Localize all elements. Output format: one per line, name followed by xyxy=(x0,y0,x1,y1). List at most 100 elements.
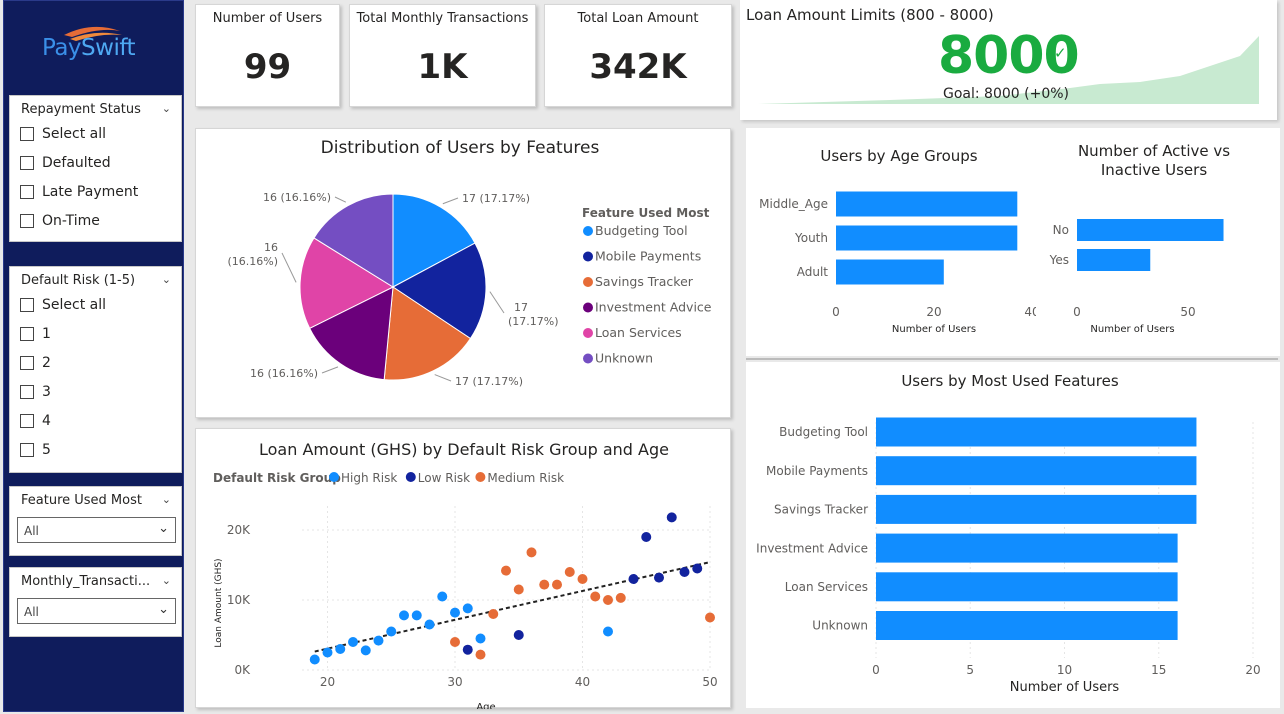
scatter-point-medium-risk xyxy=(552,579,562,590)
x-axis-label: Age xyxy=(476,702,495,709)
checkbox-label: Late Payment xyxy=(42,184,139,200)
scatter-point-low-risk xyxy=(679,567,690,577)
slicer-option-select-all[interactable]: Select all xyxy=(20,297,106,313)
scatter-point-high-risk xyxy=(399,610,409,621)
legend-item-savings-tracker: Savings Tracker xyxy=(595,274,694,289)
gauge-goal: Goal: 8000 (+0%) xyxy=(943,86,1069,102)
kpi-users-card[interactable]: Number of Users 99 xyxy=(195,4,340,107)
x-tick-label: 40 xyxy=(1024,305,1036,319)
loan-limit-kpi-card[interactable]: Loan Amount Limits (800 - 8000) 8000 ✓ G… xyxy=(740,0,1277,120)
checkbox[interactable] xyxy=(20,414,34,428)
chart-title: Users by Most Used Features xyxy=(901,372,1119,390)
scatter-point-low-risk xyxy=(628,574,639,584)
x-tick-label: 30 xyxy=(447,675,462,689)
scatter-point-high-risk xyxy=(450,607,460,618)
pie-leader-line xyxy=(321,366,339,374)
kpi-label: Total Monthly Transactions xyxy=(356,11,529,26)
chart-title: Users by Age Groups xyxy=(820,147,977,165)
bar-middle-age xyxy=(836,191,1018,217)
slicer-option-2[interactable]: 2 xyxy=(20,355,51,371)
pie-data-label: 17 (17.17%) xyxy=(455,375,523,388)
scatter-chart: Loan Amount (GHS) by Default Risk Group … xyxy=(213,440,718,713)
checkbox[interactable] xyxy=(20,185,34,199)
feature-dropdown[interactable]: All ⌄ xyxy=(17,517,176,543)
bar-yes xyxy=(1077,249,1151,271)
scatter-point-high-risk xyxy=(309,654,320,665)
checkbox[interactable] xyxy=(20,214,34,228)
x-axis-label: Number of Users xyxy=(1010,680,1120,695)
bar-investment-advice xyxy=(876,533,1178,563)
category-label: Middle_Age xyxy=(759,197,828,211)
scatter-point-low-risk xyxy=(513,630,524,640)
scatter-point-medium-risk xyxy=(475,649,486,660)
chevron-down-icon[interactable]: ⌄ xyxy=(162,273,171,286)
legend-title: Default Risk Group xyxy=(213,471,341,485)
legend-marker xyxy=(583,251,593,262)
pie-leader-line xyxy=(334,196,347,203)
chevron-down-icon: ⌄ xyxy=(158,602,169,617)
checkbox[interactable] xyxy=(20,356,34,370)
dashboard: PaySwift Repayment Status ⌄ Select all De… xyxy=(0,0,1284,714)
pie-data-label: 17 (17.17%) xyxy=(462,192,530,205)
slicer-option-defaulted[interactable]: Defaulted xyxy=(20,155,111,171)
legend-marker xyxy=(583,302,593,313)
checkbox-label: 4 xyxy=(42,413,51,429)
x-tick-label: 50 xyxy=(702,675,717,689)
x-axis-label: Number of Users xyxy=(1090,324,1174,335)
feature-used-most-slicer: Feature Used Most ⌄ All ⌄ xyxy=(9,486,182,556)
scatter-point-high-risk xyxy=(348,637,358,647)
chart-title: Number of Active vs xyxy=(1078,142,1230,160)
scatter-point-low-risk xyxy=(641,532,652,542)
slicer-option-5[interactable]: 5 xyxy=(20,442,51,458)
scatter-point-high-risk xyxy=(411,610,422,621)
monthly-dropdown[interactable]: All ⌄ xyxy=(17,598,176,624)
legend-item-low-risk: Low Risk xyxy=(418,471,470,485)
checkbox[interactable] xyxy=(20,298,34,312)
pie-data-label: 16 xyxy=(264,241,278,254)
checkbox[interactable] xyxy=(20,327,34,341)
chart-title: Inactive Users xyxy=(1101,161,1207,179)
y-axis-label: Loan Amount (GHS) xyxy=(214,558,224,647)
bar-savings-tracker xyxy=(876,494,1197,524)
checkbox[interactable] xyxy=(20,443,34,457)
pie-chart-card: Distribution of Users by Features 17 (17.… xyxy=(195,128,731,418)
x-tick-label: 20 xyxy=(1245,663,1260,677)
scatter-point-low-risk xyxy=(666,512,677,523)
pie-data-label: 17 xyxy=(514,301,528,314)
slicer-option-1[interactable]: 1 xyxy=(20,326,51,342)
checkbox-label: 3 xyxy=(42,384,51,400)
slicer-option-3[interactable]: 3 xyxy=(20,384,51,400)
bar-adult xyxy=(836,259,944,285)
kpi-transactions-card[interactable]: Total Monthly Transactions 1K xyxy=(349,4,536,107)
checkbox[interactable] xyxy=(20,127,34,141)
chevron-down-icon[interactable]: ⌄ xyxy=(162,493,171,506)
slicer-option-late-payment[interactable]: Late Payment xyxy=(20,184,138,200)
checkbox[interactable] xyxy=(20,156,34,170)
pie-data-label: 16 (16.16%) xyxy=(263,191,331,204)
slicer-option-on-time[interactable]: On-Time xyxy=(20,213,100,229)
checkbox[interactable] xyxy=(20,385,34,399)
kpi-loan-card[interactable]: Total Loan Amount 342K xyxy=(544,4,732,107)
legend-item-medium-risk: Medium Risk xyxy=(487,471,564,485)
legend-marker xyxy=(583,328,593,338)
bar-unknown xyxy=(876,611,1178,640)
pie-chart: Distribution of Users by Features 17 (17.… xyxy=(227,138,711,388)
logo-text: PaySwift xyxy=(42,35,136,61)
dropdown-value: All xyxy=(24,605,39,619)
chevron-down-icon[interactable]: ⌄ xyxy=(162,574,171,587)
slicer-option-select-all[interactable]: Select all xyxy=(20,126,106,142)
chevron-down-icon[interactable]: ⌄ xyxy=(162,102,171,115)
kpi-label: Number of Users xyxy=(212,11,323,26)
slicer-option-4[interactable]: 4 xyxy=(20,413,51,429)
category-label: Unknown xyxy=(812,619,868,633)
kpi-value: 342K xyxy=(589,47,687,87)
age-groups-chart: Users by Age Groups Middle_Age Youth Adult 0… xyxy=(759,147,1036,335)
bar-no xyxy=(1077,219,1224,241)
x-tick-label: 0 xyxy=(832,305,840,319)
pie-leader-line xyxy=(281,252,297,283)
scatter-point-medium-risk xyxy=(615,592,626,603)
bar-budgeting-tool xyxy=(876,417,1197,447)
x-tick-label: 0 xyxy=(872,663,880,677)
scatter-chart-card: Loan Amount (GHS) by Default Risk Group … xyxy=(195,428,731,713)
scatter-point-high-risk xyxy=(360,645,371,656)
